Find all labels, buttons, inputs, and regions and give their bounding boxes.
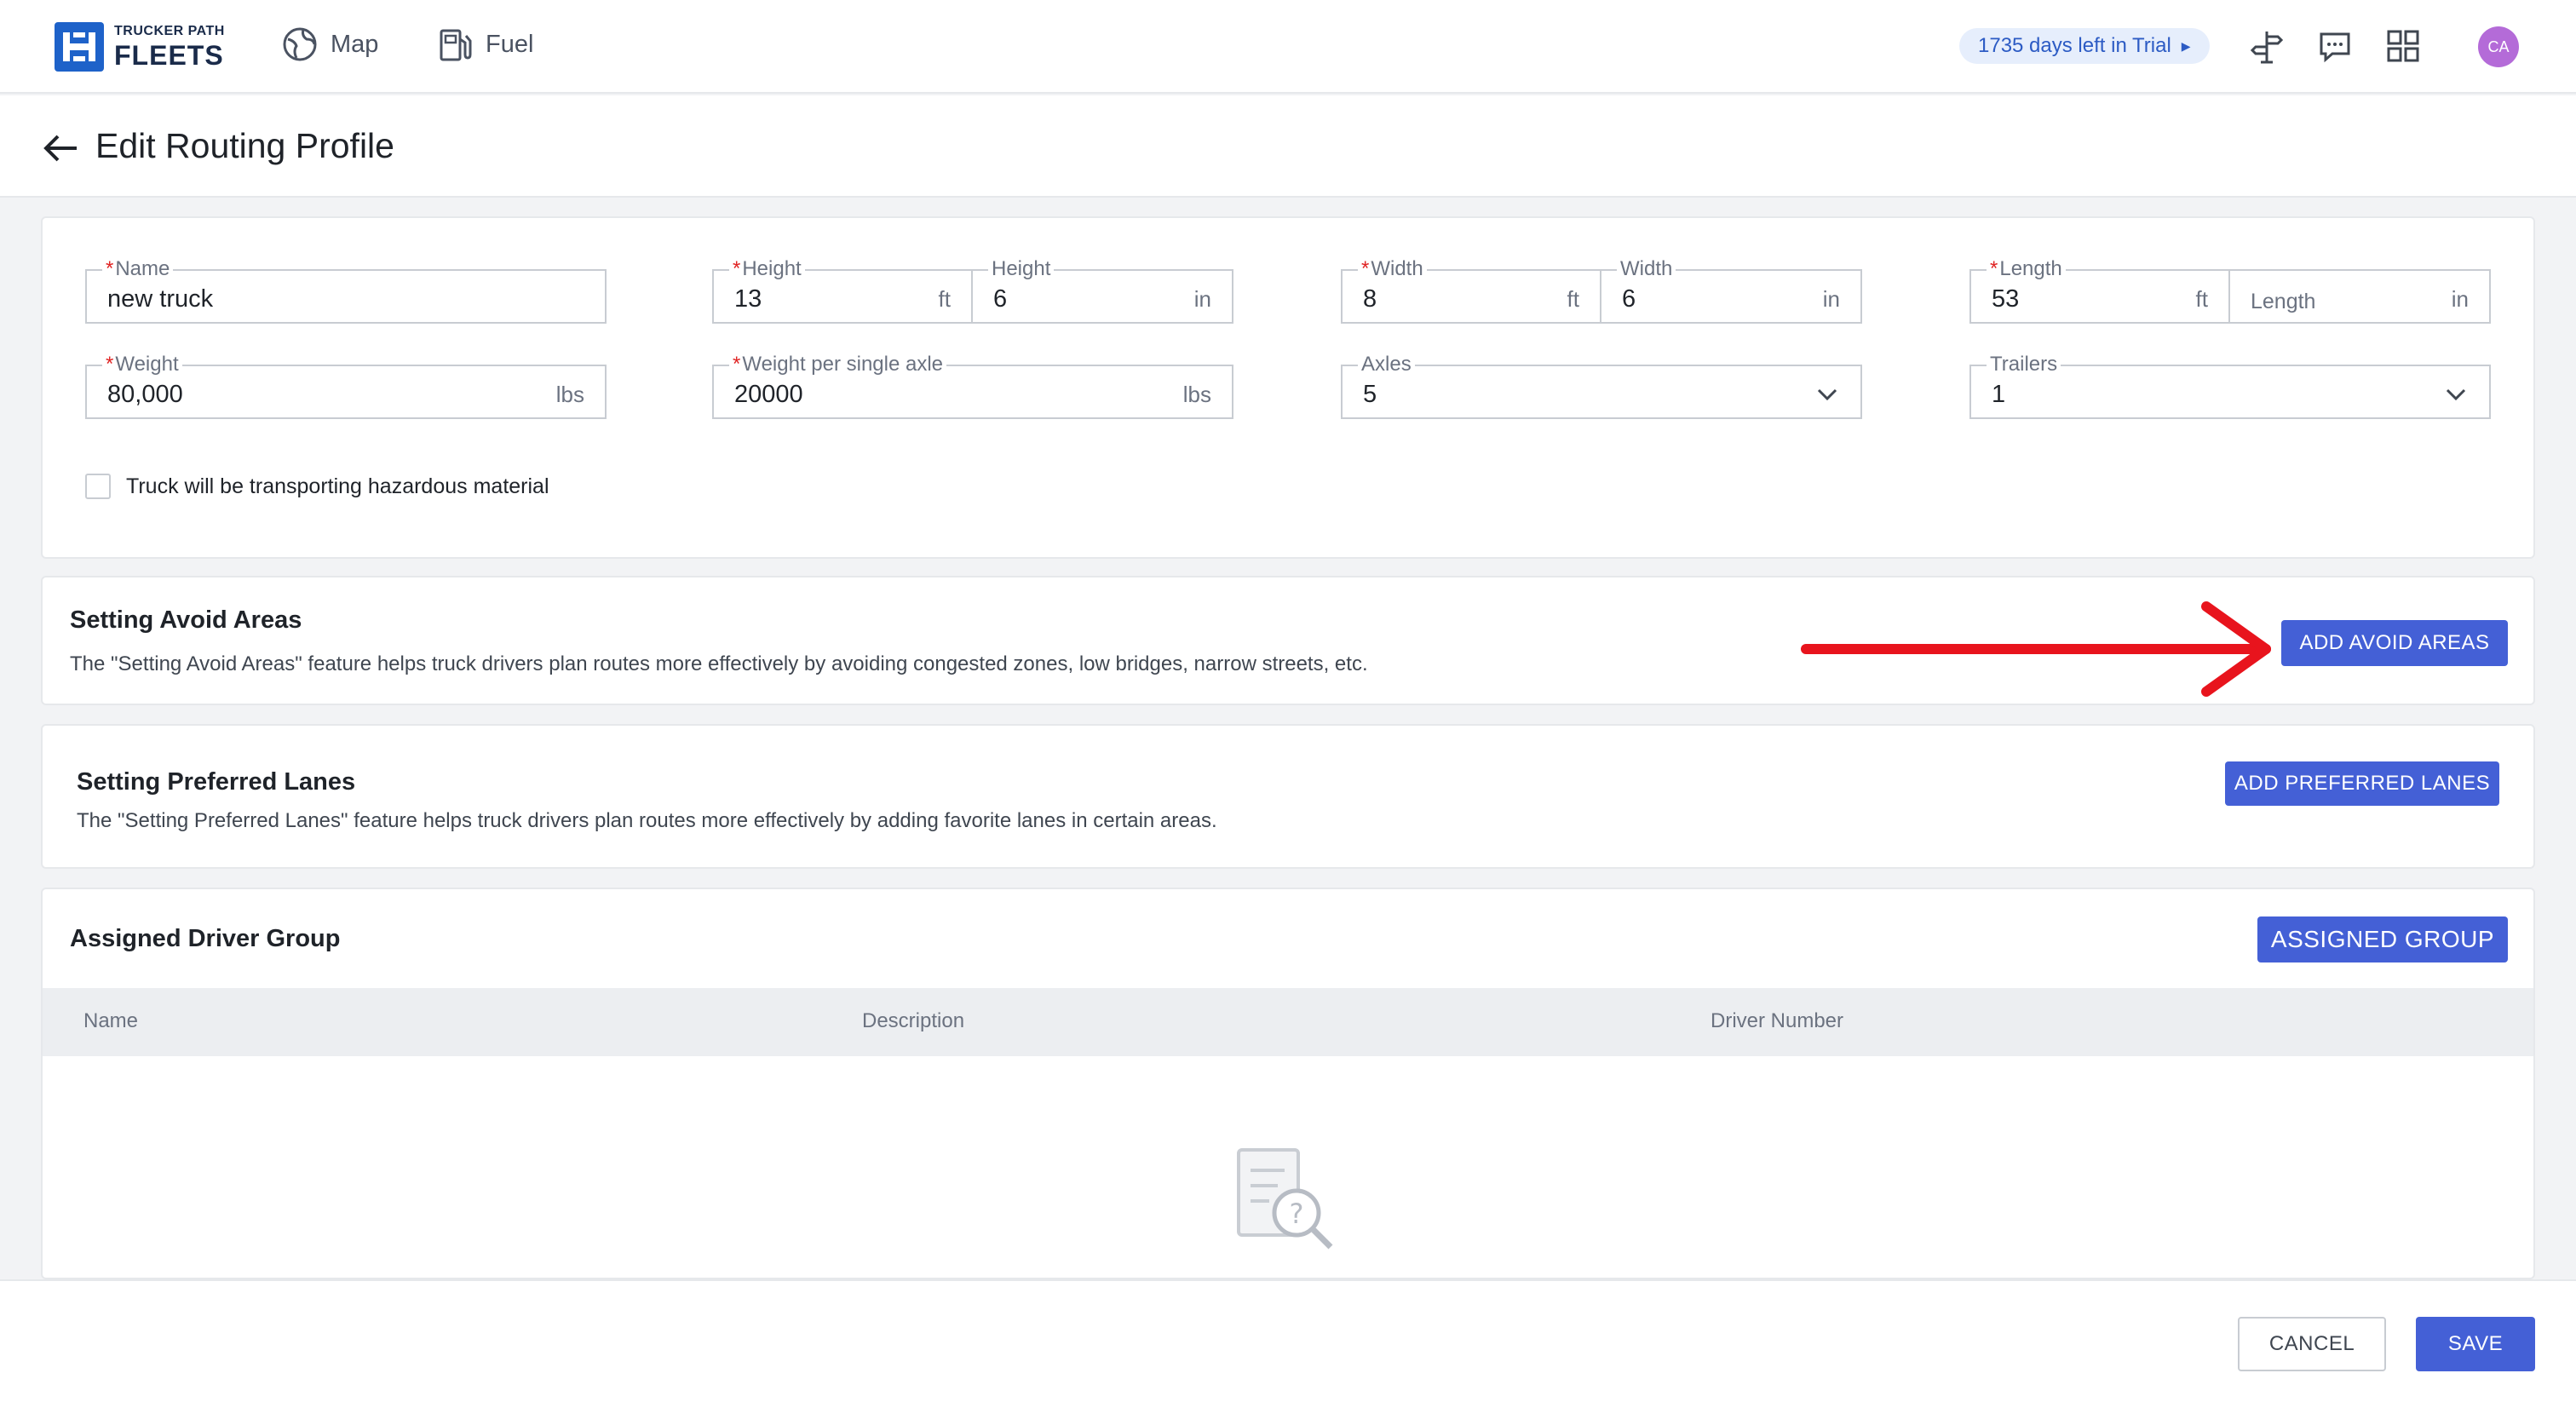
cancel-button[interactable]: CANCEL: [2238, 1317, 2386, 1371]
axles-value: 5: [1363, 381, 1377, 408]
caret-right-icon: ▶: [2181, 38, 2191, 53]
assigned-driver-group-card: Assigned Driver Group ASSIGNED GROUP Nam…: [41, 888, 2535, 1279]
weight-label: Weight: [115, 353, 179, 376]
apps-grid-icon[interactable]: [2385, 28, 2421, 64]
name-label: Name: [115, 257, 170, 280]
form-footer: CANCEL SAVE: [0, 1279, 2576, 1402]
required-mark: *: [1361, 257, 1370, 280]
signpost-icon[interactable]: [2249, 28, 2285, 64]
save-button[interactable]: SAVE: [2416, 1317, 2535, 1371]
preferred-lanes-title: Setting Preferred Lanes: [77, 768, 356, 796]
svg-text:?: ?: [1290, 1198, 1304, 1230]
required-mark: *: [733, 353, 741, 376]
width-ft-unit: ft: [1567, 286, 1579, 312]
back-arrow-icon[interactable]: [43, 133, 80, 164]
height-ft-label: Height: [742, 257, 802, 280]
preferred-lanes-description: The "Setting Preferred Lanes" feature he…: [77, 809, 1217, 832]
width-ft-value: 8: [1363, 285, 1377, 313]
height-in-field[interactable]: Height 6 in: [971, 258, 1233, 324]
axles-select[interactable]: Axles 5: [1341, 353, 1862, 419]
logo-line1: TRUCKER PATH: [114, 24, 225, 38]
empty-search-document-icon: ?: [1237, 1148, 1333, 1250]
user-avatar[interactable]: CA: [2478, 26, 2519, 67]
hazmat-label: Truck will be transporting hazardous mat…: [126, 474, 549, 498]
weight-value: 80,000: [107, 381, 183, 408]
height-ft-field[interactable]: *Height 13 ft: [712, 258, 973, 324]
add-avoid-areas-button[interactable]: ADD AVOID AREAS: [2281, 620, 2508, 666]
truck-dimensions-card: *Name new truck *Height 13 ft Height 6 i…: [41, 216, 2535, 559]
nav-map-label: Map: [331, 30, 379, 58]
nav-fuel[interactable]: Fuel: [436, 26, 533, 63]
top-navigation-bar: TRUCKER PATH FLEETS Map Fuel 1735 days l…: [0, 0, 2576, 94]
length-ft-value: 53: [1992, 285, 2020, 313]
trailers-label: Trailers: [1987, 353, 2061, 376]
column-header-name[interactable]: Name: [83, 1009, 138, 1033]
preferred-lanes-card: Setting Preferred Lanes The "Setting Pre…: [41, 724, 2535, 869]
name-value: new truck: [107, 285, 214, 313]
weight-field[interactable]: *Weight 80,000 lbs: [85, 353, 607, 419]
height-ft-value: 13: [734, 285, 762, 313]
column-header-description[interactable]: Description: [862, 1009, 964, 1033]
axle-weight-unit: lbs: [1182, 382, 1211, 407]
name-field[interactable]: *Name new truck: [85, 258, 607, 324]
column-header-driver-number[interactable]: Driver Number: [1711, 1009, 1843, 1033]
trucker-path-fleets-logo[interactable]: TRUCKER PATH FLEETS: [55, 22, 225, 72]
width-ft-label: Width: [1371, 257, 1423, 280]
width-in-field[interactable]: Width 6 in: [1600, 258, 1862, 324]
axle-weight-value: 20000: [734, 381, 803, 408]
length-ft-label: Length: [1999, 257, 2062, 280]
add-preferred-lanes-button[interactable]: ADD PREFERRED LANES: [2225, 761, 2499, 806]
message-icon[interactable]: [2317, 28, 2353, 64]
width-in-unit: in: [1822, 286, 1840, 312]
required-mark: *: [106, 257, 114, 280]
weight-unit: lbs: [555, 382, 584, 407]
hazmat-option[interactable]: Truck will be transporting hazardous mat…: [85, 474, 549, 499]
fuel-pump-icon: [440, 29, 472, 61]
avoid-areas-description: The "Setting Avoid Areas" feature helps …: [70, 652, 1368, 675]
nav-fuel-label: Fuel: [486, 30, 534, 58]
avoid-areas-card: Setting Avoid Areas The "Setting Avoid A…: [41, 576, 2535, 705]
required-mark: *: [106, 353, 114, 376]
length-in-field[interactable]: Length in: [2228, 269, 2491, 324]
table-header: Name Description Driver Number: [43, 988, 2533, 1056]
width-in-label: Width: [1617, 258, 1676, 280]
required-mark: *: [733, 257, 741, 280]
height-in-value: 6: [993, 285, 1008, 313]
trailers-value: 1: [1992, 381, 2006, 408]
logo-icon: [55, 22, 104, 72]
length-in-placeholder: Length: [2251, 290, 2316, 313]
length-ft-unit: ft: [2195, 286, 2208, 312]
trial-status-badge[interactable]: 1735 days left in Trial ▶: [1959, 28, 2210, 64]
height-in-label: Height: [988, 258, 1055, 280]
axle-weight-label: Weight per single axle: [742, 353, 944, 376]
avoid-areas-title: Setting Avoid Areas: [70, 606, 302, 634]
axles-label: Axles: [1358, 353, 1415, 376]
trailers-select[interactable]: Trailers 1: [1969, 353, 2491, 419]
length-in-unit: in: [2451, 286, 2469, 312]
page-title: Edit Routing Profile: [95, 126, 394, 165]
assigned-group-button[interactable]: ASSIGNED GROUP: [2257, 916, 2508, 962]
axle-weight-field[interactable]: *Weight per single axle 20000 lbs: [712, 353, 1233, 419]
height-in-unit: in: [1193, 286, 1211, 312]
assigned-group-title: Assigned Driver Group: [70, 925, 341, 952]
height-ft-unit: ft: [938, 286, 951, 312]
width-ft-field[interactable]: *Width 8 ft: [1341, 258, 1601, 324]
globe-icon: [283, 27, 317, 61]
trial-text: 1735 days left in Trial: [1978, 34, 2171, 57]
chevron-down-icon: [2446, 388, 2466, 401]
avatar-initials: CA: [2487, 37, 2510, 55]
logo-line2: FLEETS: [114, 40, 224, 71]
hazmat-checkbox[interactable]: [85, 474, 111, 499]
page-header: Edit Routing Profile: [0, 95, 2576, 198]
nav-map[interactable]: Map: [281, 26, 378, 63]
chevron-down-icon: [1817, 388, 1837, 401]
length-ft-field[interactable]: *Length 53 ft: [1969, 258, 2230, 324]
width-in-value: 6: [1622, 285, 1636, 313]
required-mark: *: [1990, 257, 1998, 280]
